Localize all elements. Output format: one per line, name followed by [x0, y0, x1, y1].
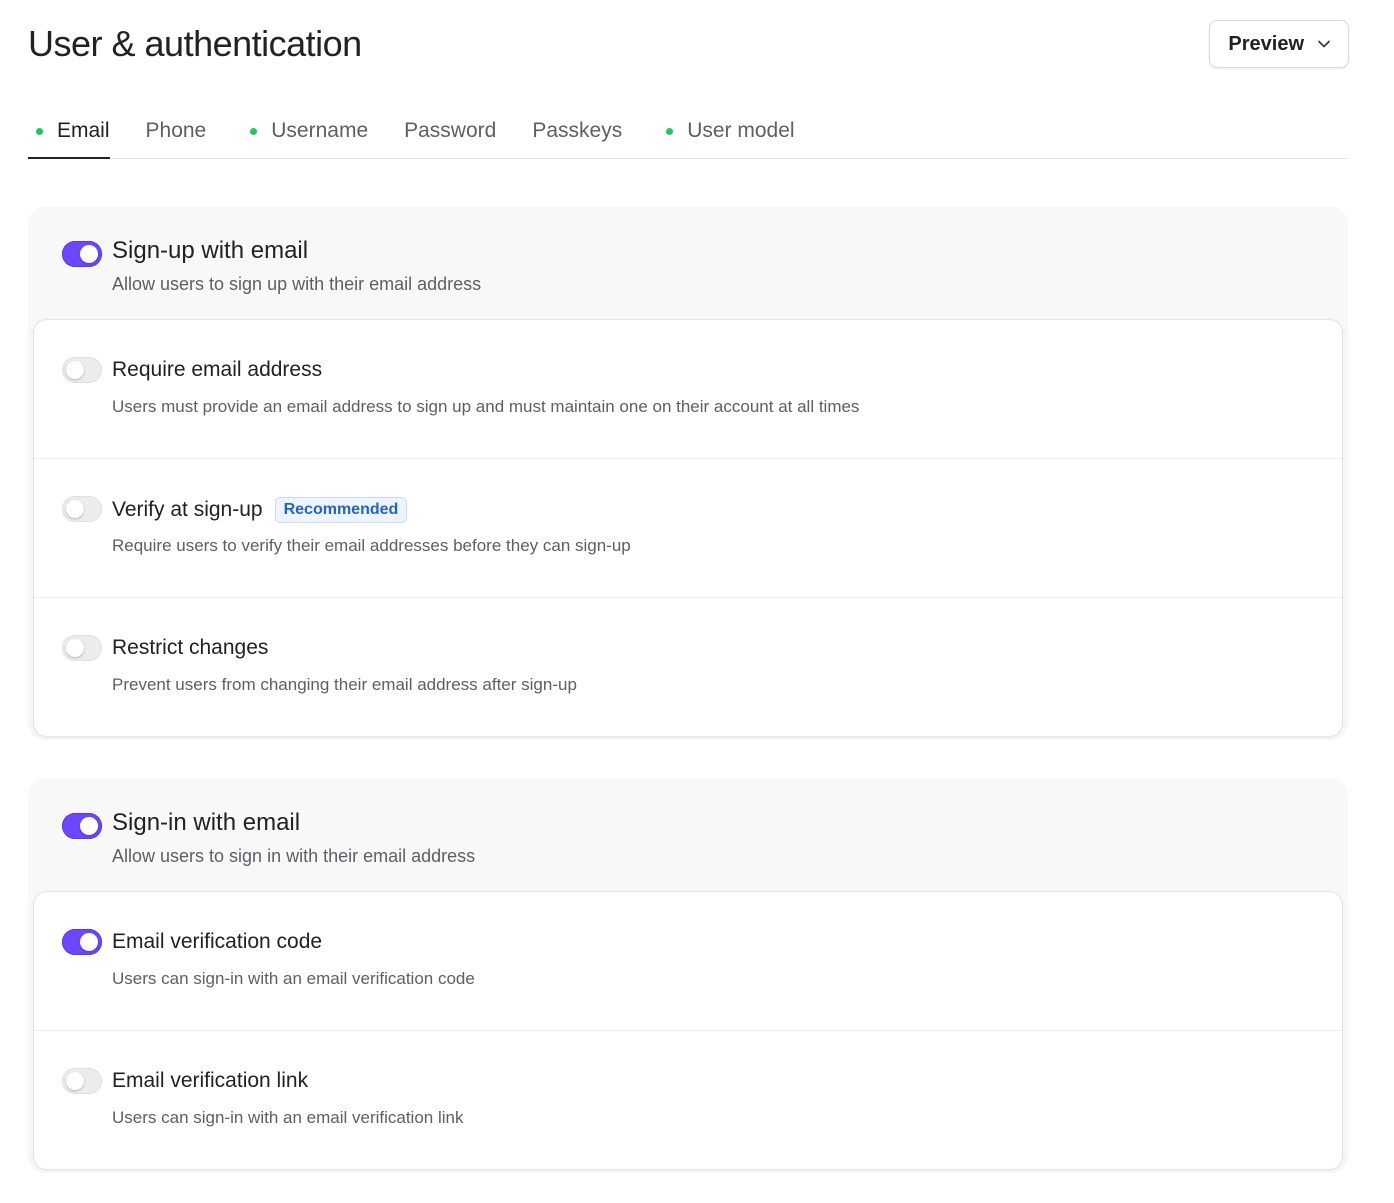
toggle-knob [66, 361, 84, 379]
option-title-text: Verify at sign-up [112, 498, 263, 521]
sign-in-section: Sign-in with email Allow users to sign i… [28, 779, 1348, 1173]
page-title: User & authentication [28, 23, 362, 64]
page: User & authentication Preview Email Phon… [0, 0, 1394, 1203]
sign-up-section: Sign-up with email Allow users to sign u… [28, 207, 1348, 740]
section-title: Sign-in with email [112, 809, 301, 836]
toggle-knob [80, 817, 98, 835]
section-description: Allow users to sign in with their email … [112, 846, 476, 866]
status-dot-icon [36, 127, 43, 135]
option-title: Restrict changes [112, 636, 268, 660]
option-description: Users can sign-in with an email verifica… [112, 969, 475, 988]
toggle-knob [66, 1072, 84, 1090]
toggle-knob [80, 933, 98, 951]
option-title: Email verification link [112, 1069, 308, 1093]
header: User & authentication Preview [28, 18, 1349, 70]
option-row-restrict-changes: Restrict changes Prevent users from chan… [34, 597, 1342, 736]
section-description: Allow users to sign up with their email … [112, 274, 482, 294]
option-title: Require email address [112, 358, 322, 382]
option-row-require-email: Require email address Users must provide… [34, 320, 1342, 458]
toggle-knob [80, 245, 98, 263]
section-header: Sign-up with email Allow users to sign u… [28, 207, 1348, 319]
tab-label: Phone [145, 119, 207, 142]
option-row-email-verification-link: Email verification link Users can sign-i… [34, 1030, 1342, 1169]
verify-at-sign-up-toggle[interactable] [62, 496, 102, 522]
option-title-text: Restrict changes [112, 636, 269, 659]
option-description: Users can sign-in with an email verifica… [112, 1108, 464, 1127]
tab-label: Passkeys [532, 119, 623, 142]
tab-label: Password [404, 119, 497, 142]
status-dot-icon [250, 127, 258, 135]
option-description: Require users to verify their email addr… [112, 536, 631, 555]
sign-in-toggle[interactable] [62, 813, 102, 839]
tab-user-model[interactable]: User model [658, 104, 795, 158]
sign-up-options-card: Require email address Users must provide… [33, 319, 1343, 737]
tab-email[interactable]: Email [28, 104, 110, 159]
tab-bar: Email Phone Username Password Passkeys U… [28, 104, 1348, 159]
option-row-verify-at-sign-up: Verify at sign-up Recommended Require us… [34, 458, 1342, 597]
email-verification-link-toggle[interactable] [62, 1068, 102, 1094]
option-row-email-verification-code: Email verification code Users can sign-i… [34, 892, 1342, 1030]
option-description: Prevent users from changing their email … [112, 675, 577, 694]
toggle-knob [66, 639, 84, 657]
status-dot-icon [666, 127, 674, 135]
tab-username[interactable]: Username [242, 104, 368, 158]
restrict-changes-toggle[interactable] [62, 635, 102, 661]
option-title: Email verification code [112, 930, 322, 954]
sign-in-options-card: Email verification code Users can sign-i… [33, 891, 1343, 1170]
recommended-badge: Recommended [274, 497, 408, 523]
tab-label: Email [57, 119, 110, 142]
toggle-knob [66, 500, 84, 518]
option-title-text: Require email address [112, 358, 323, 381]
option-title: Verify at sign-up Recommended [112, 497, 408, 523]
chevron-down-icon [1318, 40, 1330, 48]
require-email-toggle[interactable] [62, 357, 102, 383]
preview-button-label: Preview [1228, 32, 1304, 55]
section-title: Sign-up with email [112, 237, 309, 264]
option-title-text: Email verification code [112, 930, 323, 953]
email-verification-code-toggle[interactable] [62, 929, 102, 955]
tab-password[interactable]: Password [404, 104, 496, 158]
section-header: Sign-in with email Allow users to sign i… [28, 779, 1348, 891]
tab-label: User model [687, 119, 795, 142]
option-description: Users must provide an email address to s… [112, 397, 860, 416]
option-title-text: Email verification link [112, 1069, 309, 1092]
sign-up-toggle[interactable] [62, 241, 102, 267]
preview-button[interactable]: Preview [1209, 20, 1349, 68]
tab-label: Username [271, 119, 369, 142]
tab-phone[interactable]: Phone [146, 104, 207, 158]
tab-passkeys[interactable]: Passkeys [532, 104, 622, 158]
